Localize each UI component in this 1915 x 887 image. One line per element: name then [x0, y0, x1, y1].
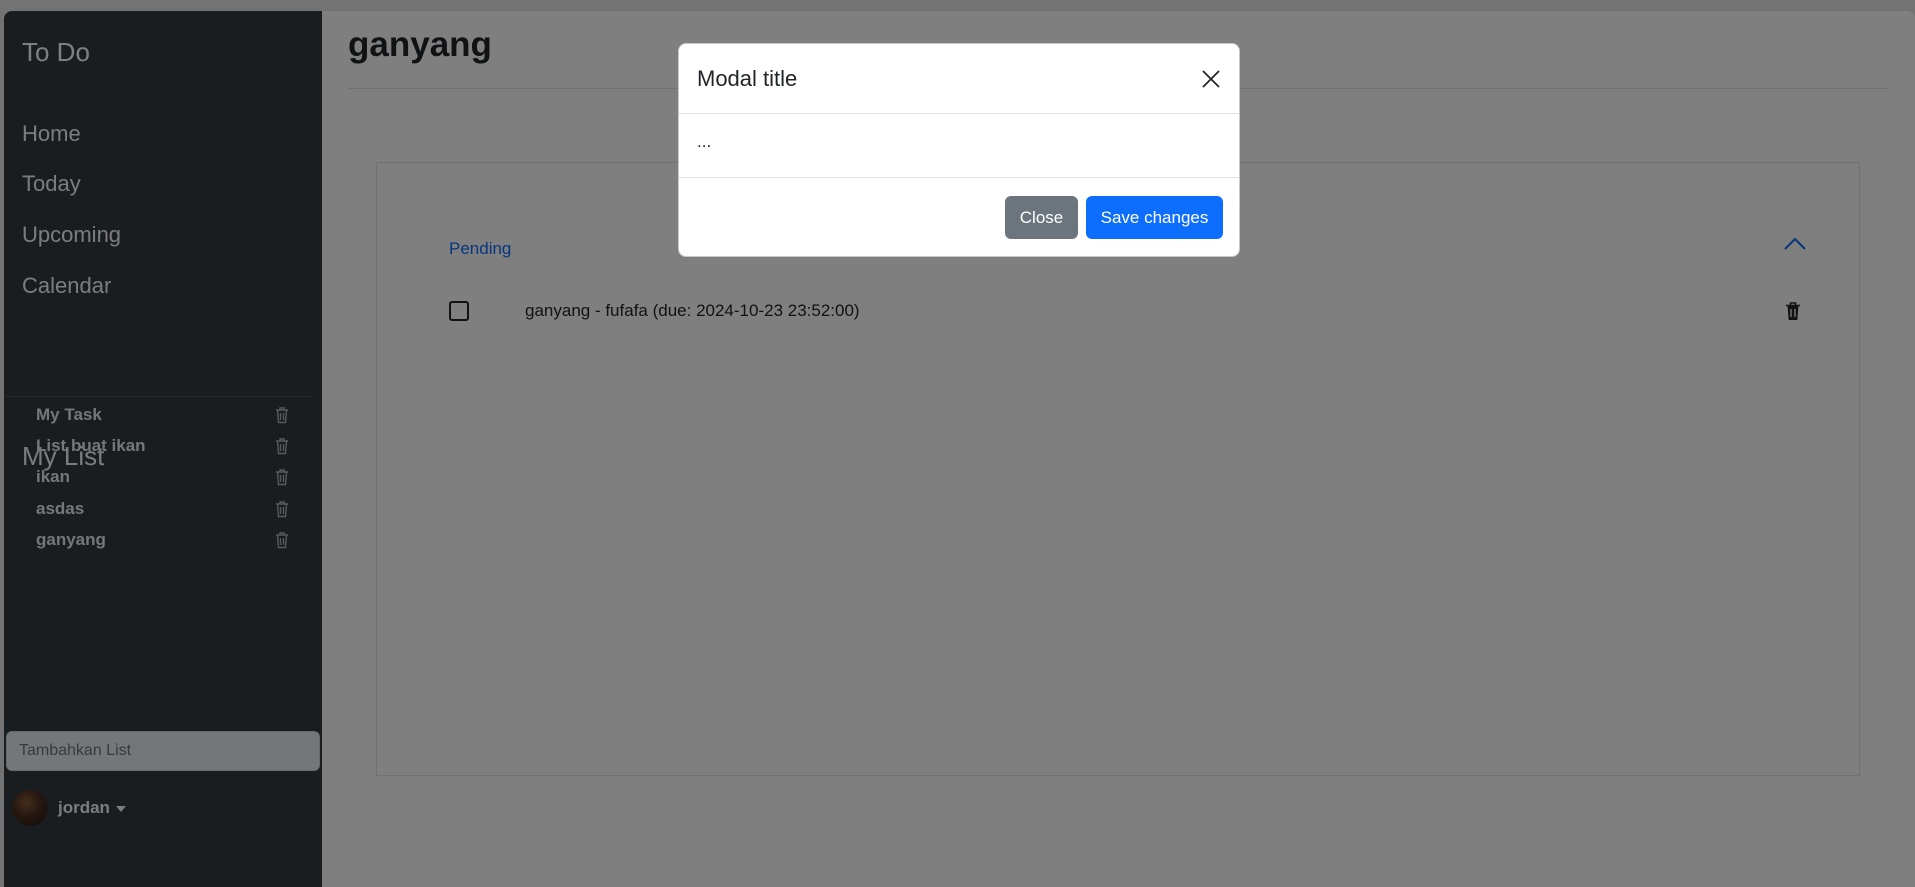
close-icon[interactable]: [1200, 68, 1222, 90]
modal-dialog: Modal title ... Close Save changes: [678, 43, 1240, 257]
modal-header: Modal title: [679, 44, 1239, 114]
save-changes-button[interactable]: Save changes: [1086, 196, 1223, 239]
close-button[interactable]: Close: [1005, 196, 1078, 239]
modal-footer-divider: [679, 177, 1239, 178]
modal-title: Modal title: [697, 66, 798, 91]
modal-body: ...: [697, 132, 712, 151]
